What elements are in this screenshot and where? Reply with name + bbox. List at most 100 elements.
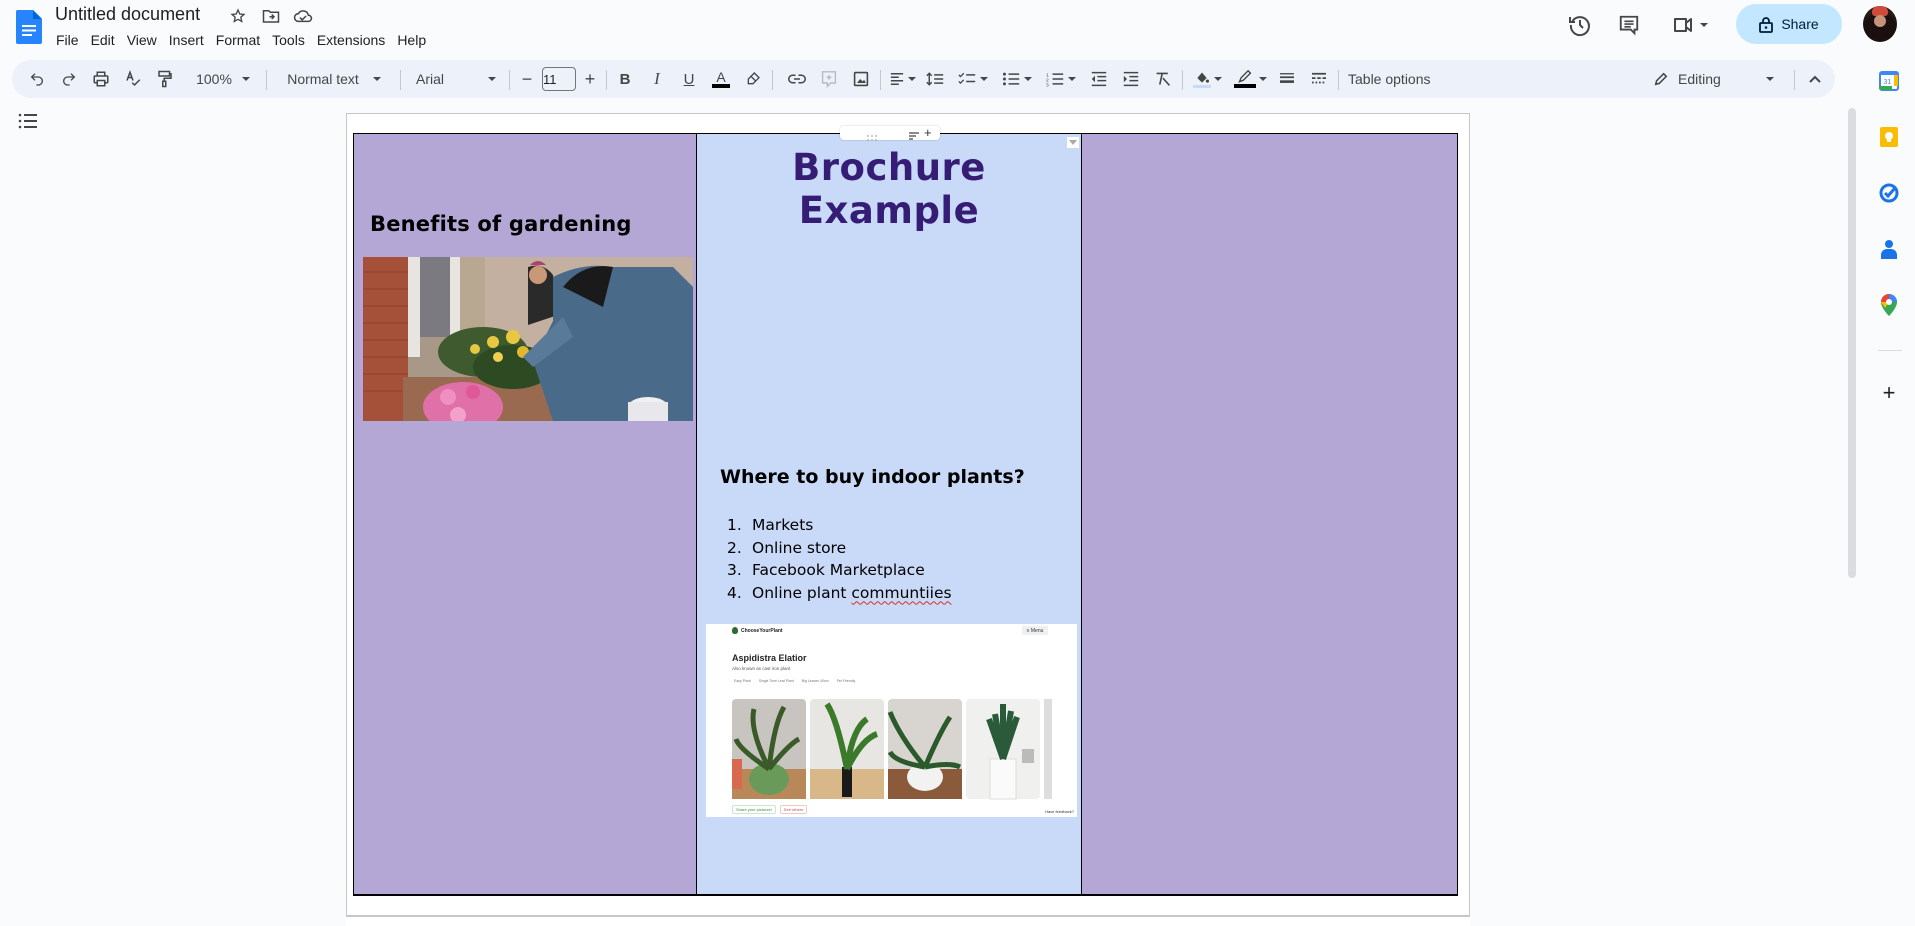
document-outline-icon[interactable] [18, 112, 42, 136]
star-icon[interactable] [228, 6, 248, 26]
font-select[interactable]: Arial [408, 60, 504, 98]
cell-background-button[interactable] [1188, 60, 1226, 98]
plant-tags: Easy Plant Single Tone Leaf Plant Big Le… [734, 679, 855, 683]
menu-help[interactable]: Help [391, 30, 432, 50]
divider [1794, 70, 1795, 90]
editing-mode-label: Editing [1678, 71, 1721, 87]
contacts-icon[interactable] [1878, 238, 1900, 260]
document-title[interactable]: Untitled document [55, 4, 200, 25]
add-app-icon[interactable]: + [1878, 380, 1900, 405]
print-icon[interactable] [88, 60, 114, 98]
maps-icon[interactable] [1878, 294, 1900, 316]
editing-mode-caret [1766, 77, 1774, 81]
insert-link-icon[interactable] [784, 60, 810, 98]
add-column-icon[interactable]: + [924, 126, 936, 140]
plant-subtitle: Also known as cast iron plant [732, 666, 791, 671]
bold-button[interactable]: B [612, 60, 638, 98]
move-folder-icon[interactable] [261, 6, 281, 26]
menu-extensions[interactable]: Extensions [311, 30, 391, 50]
decrease-font-size-button[interactable]: − [515, 60, 539, 98]
menu-edit[interactable]: Edit [85, 30, 121, 50]
table-cell-right[interactable] [1082, 134, 1457, 894]
formatting-toolbar: 100% Normal text Arial − + B I U A [12, 60, 1835, 98]
site-logo-icon [732, 627, 738, 634]
meet-dropdown-caret [1700, 23, 1708, 27]
cloud-saved-icon[interactable] [293, 6, 313, 26]
menu-file[interactable]: File [50, 30, 85, 50]
zoom-select[interactable]: 100% [188, 60, 258, 98]
benefits-heading: Benefits of gardening [370, 212, 632, 236]
next-document-page[interactable] [346, 916, 1470, 926]
drag-handle-icon[interactable] [866, 129, 878, 141]
menu-insert[interactable]: Insert [163, 30, 210, 50]
cell-background-caret [1213, 77, 1222, 81]
editing-mode-select[interactable]: Editing [1644, 60, 1784, 98]
divider [1182, 70, 1183, 90]
italic-button[interactable]: I [644, 60, 670, 98]
menu-tools[interactable]: Tools [266, 30, 311, 50]
checklist-button[interactable] [954, 60, 992, 98]
border-dash-icon[interactable] [1306, 60, 1332, 98]
table-handle[interactable]: + [840, 126, 940, 141]
account-avatar[interactable] [1863, 6, 1897, 42]
scrollbar[interactable] [1848, 108, 1856, 578]
table-cell-left[interactable]: Benefits of gardening [354, 134, 697, 894]
brochure-title: Brochure Example [792, 146, 986, 232]
redo-icon[interactable] [56, 60, 82, 98]
cell-menu-dropdown-icon[interactable] [1067, 137, 1079, 148]
text-color-swatch [712, 84, 730, 88]
increase-indent-icon[interactable] [1118, 60, 1144, 98]
where-to-buy-list: 1. Markets 2. Online store 3. Facebook Mark… [727, 516, 952, 606]
increase-font-size-button[interactable]: + [578, 60, 602, 98]
numbered-list-button[interactable]: 123 [1042, 60, 1080, 98]
border-width-icon[interactable] [1274, 60, 1300, 98]
site-header: ChooseYourPlant [732, 627, 783, 634]
list-number: 2. [727, 538, 742, 557]
bulleted-list-caret [1024, 77, 1032, 81]
clear-formatting-icon[interactable] [1150, 60, 1176, 98]
border-color-icon [1233, 70, 1256, 88]
zoom-value: 100% [196, 71, 232, 87]
docs-logo-icon[interactable] [16, 10, 42, 44]
decrease-indent-icon[interactable] [1086, 60, 1112, 98]
table-options-button[interactable]: Table options [1348, 60, 1448, 98]
align-button[interactable] [886, 60, 920, 98]
menu-view[interactable]: View [121, 30, 163, 50]
misspelled-word[interactable]: communtiies [851, 584, 951, 607]
version-history-icon[interactable] [1567, 12, 1593, 38]
menu-format[interactable]: Format [210, 30, 266, 50]
calendar-icon[interactable]: 31 [1878, 70, 1900, 92]
menu-bar: File Edit View Insert Format Tools Exten… [50, 30, 432, 50]
sort-icon[interactable] [908, 128, 920, 140]
text-color-glyph: A [716, 69, 726, 85]
meet-icon[interactable] [1670, 12, 1710, 38]
bulleted-list-button[interactable] [998, 60, 1036, 98]
divider [606, 70, 607, 90]
insert-image-icon[interactable] [848, 60, 874, 98]
collapse-toolbar-icon[interactable] [1802, 60, 1828, 98]
undo-icon[interactable] [24, 60, 50, 98]
plant-website-screenshot[interactable]: ChooseYourPlant ≡ Menu Aspidistra Elatio… [706, 624, 1077, 817]
paint-format-icon[interactable] [152, 60, 178, 98]
list-number: 3. [727, 561, 742, 579]
keep-icon[interactable] [1878, 126, 1900, 148]
tasks-icon[interactable] [1878, 182, 1900, 204]
plant-tag: Single Tone Leaf Plant [758, 679, 794, 683]
text-color-button[interactable]: A [708, 60, 734, 98]
underline-button[interactable]: U [676, 60, 702, 98]
line-spacing-icon[interactable] [922, 60, 948, 98]
share-button[interactable]: Share [1736, 4, 1842, 44]
spellcheck-icon[interactable] [120, 60, 146, 98]
border-color-button[interactable] [1230, 60, 1270, 98]
brochure-table[interactable]: Benefits of gardening Brochure Example W… [353, 133, 1458, 896]
gardening-image[interactable] [363, 257, 693, 421]
feedback-link: Have feedback? [1045, 809, 1074, 814]
add-comment-icon[interactable] [816, 60, 842, 98]
plant-tag: Easy Plant [734, 679, 751, 683]
comments-icon[interactable] [1616, 12, 1642, 38]
font-size-input[interactable] [542, 67, 576, 91]
style-select[interactable]: Normal text [274, 60, 394, 98]
numbered-list-caret [1068, 77, 1076, 81]
highlight-icon[interactable] [740, 60, 766, 98]
table-cell-middle[interactable]: Brochure Example Where to buy indoor pla… [697, 134, 1082, 894]
